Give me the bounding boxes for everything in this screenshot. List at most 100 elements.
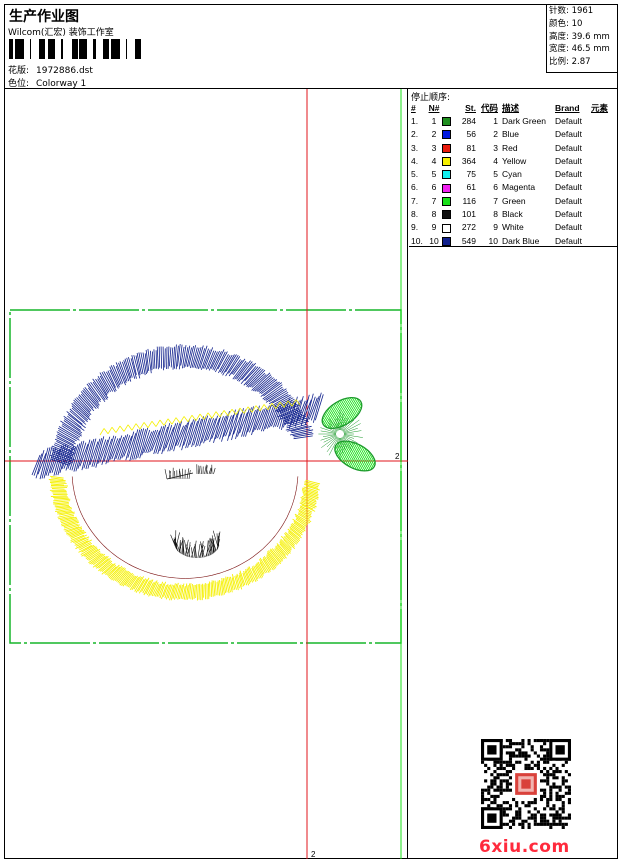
row-code: 2: [493, 129, 498, 140]
row-code: 5: [493, 169, 498, 180]
row-brand: Default: [555, 116, 582, 126]
row-description: Red: [502, 142, 518, 153]
row-stitches: 81: [466, 142, 476, 153]
colorway-label: 色位:: [8, 79, 30, 89]
row-code: 8: [493, 209, 498, 220]
row-element: [591, 128, 617, 141]
color-swatch: [442, 196, 451, 206]
row-stitches: 56: [466, 129, 476, 140]
row-code: 10: [488, 235, 498, 246]
table-row: 1. 1 284 1 Dark Green Default: [409, 115, 617, 128]
embroidery-preview: 2 2: [5, 89, 408, 859]
row-number: 1: [431, 116, 437, 126]
design-canvas[interactable]: 2 2: [5, 89, 408, 859]
row-stitches: 272: [461, 222, 476, 233]
row-description: Dark Green: [502, 116, 546, 126]
row-stitches: 61: [466, 182, 476, 193]
stop-sequence-header: # N# St. 代码 描述 Brand 元素: [409, 102, 617, 115]
color-swatch: [442, 143, 451, 153]
stats-panel: 针数: 1961 颜色: 10 高度: 39.6 mm 宽度: 46.5 mm …: [546, 5, 617, 73]
row-stitches: 101: [461, 209, 476, 220]
row-stitches: 75: [466, 169, 476, 180]
table-row: 9. 9 272 9 White Default: [409, 221, 617, 234]
table-row: 10. 10 549 10 Dark Blue Default: [409, 235, 617, 248]
table-row: 3. 3 81 3 Red Default: [409, 142, 617, 155]
row-index: 1.: [411, 116, 419, 126]
table-row: 4. 4 364 4 Yellow Default: [409, 155, 617, 168]
row-stitches: 116: [462, 195, 476, 206]
row-index: 2.: [411, 129, 419, 140]
row-brand: Default: [555, 209, 582, 220]
row-element: [591, 195, 617, 208]
row-index: 4.: [411, 155, 419, 166]
color-swatch: [442, 223, 451, 233]
row-element: [591, 208, 617, 221]
barcode: [9, 39, 141, 59]
color-swatch: [442, 236, 451, 246]
row-element: [591, 115, 617, 128]
stop-sequence-rows: 1. 1 284 1 Dark Green Default 2. 2 56 2 Blue Defaul…: [409, 115, 617, 248]
row-number: 8: [431, 209, 437, 220]
stat-width: 宽度: 46.5 mm: [549, 44, 610, 55]
row-element: [591, 181, 617, 194]
header-number: N#: [428, 103, 440, 113]
table-row: 8. 8 101 8 Black Default: [409, 208, 617, 221]
row-index: 5.: [411, 169, 419, 180]
table-row: 5. 5 75 5 Cyan Default: [409, 168, 617, 181]
row-number: 5: [431, 169, 437, 180]
row-index: 7.: [411, 195, 419, 206]
axis-label-bottom: 2: [311, 850, 316, 859]
row-index: 10.: [411, 235, 423, 246]
header-description: 描述: [502, 103, 520, 113]
row-brand: Default: [555, 222, 582, 233]
header-code: 代码: [480, 103, 498, 113]
row-number: 2: [431, 129, 437, 140]
row-description: Dark Blue: [502, 235, 540, 246]
table-row: 6. 6 61 6 Magenta Default: [409, 181, 617, 194]
row-index: 3.: [411, 142, 419, 153]
row-code: 7: [493, 195, 498, 206]
row-code: 6: [493, 182, 498, 193]
row-element: [591, 155, 617, 168]
row-index: 9.: [411, 222, 419, 233]
row-brand: Default: [555, 235, 582, 246]
colorway-line: 色位: Colorway 1: [8, 76, 86, 89]
row-brand: Default: [555, 169, 582, 180]
row-element: [591, 142, 617, 155]
header-stitches: St.: [465, 103, 476, 113]
row-description: Blue: [502, 129, 520, 140]
row-brand: Default: [555, 155, 582, 166]
stop-sequence-title: 停止顺序:: [411, 93, 451, 103]
colorway-value: Colorway 1: [36, 79, 87, 89]
stat-stitches: 针数: 1961: [549, 6, 594, 16]
row-description: Magenta: [502, 182, 536, 193]
row-number: 3: [431, 142, 437, 153]
table-row: 2. 2 56 2 Blue Default: [409, 128, 617, 141]
production-sheet: 生产作业图 Wilcom(汇宏) 装饰工作室 花版: 1972886.dst 色位…: [4, 4, 618, 859]
row-brand: Default: [555, 129, 582, 140]
row-code: 9: [493, 222, 498, 233]
row-stitches: 549: [461, 235, 476, 246]
row-code: 1: [493, 116, 498, 126]
row-brand: Default: [555, 195, 582, 206]
color-swatch: [442, 117, 451, 127]
header-element: 元素: [591, 103, 609, 113]
row-stitches: 284: [461, 116, 476, 126]
color-swatch: [442, 170, 451, 180]
design-file-label: 花版:: [8, 66, 30, 76]
row-description: Green: [502, 195, 526, 206]
row-brand: Default: [555, 182, 582, 193]
qr-code: [481, 739, 571, 829]
row-number: 6: [431, 182, 437, 193]
stop-sequence-panel: 停止顺序: # N# St. 代码 描述 Brand 元素 1. 1 284 1 Dar…: [409, 89, 617, 247]
row-description: Cyan: [502, 169, 522, 180]
row-element: [591, 221, 617, 234]
row-index: 6.: [411, 182, 419, 193]
row-element: [591, 168, 617, 181]
color-swatch: [442, 183, 451, 193]
row-stitches: 364: [461, 155, 476, 166]
table-row: 7. 7 116 7 Green Default: [409, 195, 617, 208]
color-swatch: [442, 210, 451, 220]
header-brand: Brand: [555, 103, 580, 113]
embroidery-artwork: [31, 343, 376, 601]
